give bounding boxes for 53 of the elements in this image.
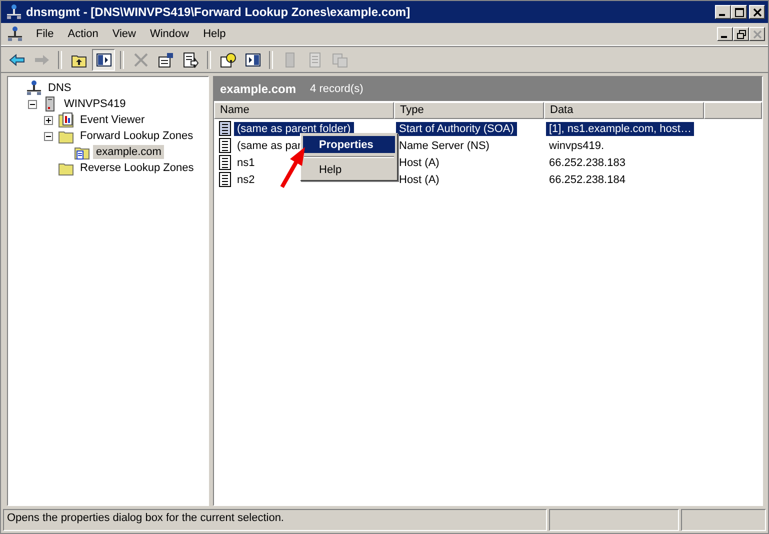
table-cell-text: Host (A) xyxy=(398,156,440,170)
record-icon xyxy=(219,138,231,153)
column-header[interactable]: Type xyxy=(394,102,544,119)
table-cell-text: 66.252.238.184 xyxy=(548,172,626,186)
menu-item[interactable]: Help xyxy=(196,26,233,42)
menu-item[interactable]: Window xyxy=(142,26,196,42)
tree-tool-icon[interactable] xyxy=(92,48,115,70)
maximize-icon xyxy=(734,8,744,16)
restore-button[interactable] xyxy=(733,27,749,41)
record-icon xyxy=(219,121,231,136)
restore-icon xyxy=(736,30,746,38)
expand-toggle[interactable] xyxy=(44,116,53,124)
status-text: Opens the properties dialog box for the current selection. xyxy=(3,509,547,531)
table-cell-text: 66.252.238.183 xyxy=(548,156,626,170)
tree-item[interactable]: WINVPS419 xyxy=(61,97,129,111)
column-header[interactable]: Data xyxy=(544,102,704,119)
table-cell-text: winvps419. xyxy=(548,138,606,152)
table-cell: [1], ns1.example.com, host… xyxy=(546,122,694,136)
close-icon xyxy=(752,30,762,38)
collapse-toggle[interactable] xyxy=(44,132,53,140)
record-icon xyxy=(219,155,231,170)
network-icon xyxy=(26,80,42,96)
tree-item[interactable]: example.com xyxy=(93,145,164,159)
table-cell: Start of Authority (SOA) xyxy=(396,122,517,136)
tree-item[interactable]: DNS xyxy=(45,81,74,95)
close-button[interactable] xyxy=(749,27,765,41)
menu-item[interactable]: File xyxy=(29,26,61,42)
menu-item[interactable]: View xyxy=(105,26,143,42)
event-viewer-icon xyxy=(58,112,74,128)
close-icon xyxy=(752,8,762,16)
close-button[interactable] xyxy=(749,5,765,19)
context-menu-item[interactable]: Help xyxy=(303,161,395,178)
table-cell-text: Name Server (NS) xyxy=(398,138,490,152)
table-cell[interactable]: ns2 xyxy=(234,172,258,186)
table-cell[interactable]: ns1 xyxy=(234,156,258,170)
context-menu-item[interactable]: Properties xyxy=(303,136,395,153)
maximize-button[interactable] xyxy=(731,5,747,19)
table-cell[interactable]: (same as parent folder) xyxy=(234,122,354,136)
record-count: 4 record(s) xyxy=(310,83,364,95)
network-icon xyxy=(7,26,23,42)
tree-item[interactable]: Event Viewer xyxy=(77,113,148,127)
minimize-button[interactable] xyxy=(717,27,733,41)
window-title: dnsmgmt - [DNS\WINVPS419\Forward Lookup Zones\example.com] xyxy=(26,5,412,19)
minimize-button[interactable] xyxy=(715,5,731,19)
table-cell-text: Host (A) xyxy=(398,172,440,186)
tree-item[interactable]: Forward Lookup Zones xyxy=(77,129,196,143)
network-icon xyxy=(6,4,22,20)
collapse-toggle[interactable] xyxy=(28,100,37,108)
column-header[interactable]: Name xyxy=(214,102,394,119)
record-icon xyxy=(219,172,231,187)
tree-item[interactable]: Reverse Lookup Zones xyxy=(77,161,197,175)
menu-item[interactable]: Action xyxy=(60,26,106,42)
pane-title: example.com xyxy=(220,82,296,96)
